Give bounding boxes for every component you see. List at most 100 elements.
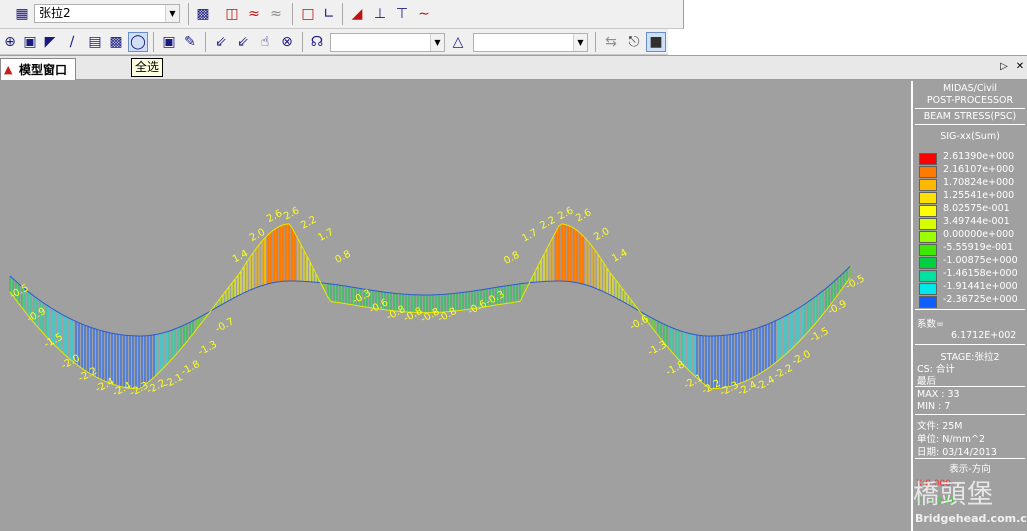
select-all-icon[interactable]: ◯: [128, 32, 148, 52]
toolbar-separator: [188, 3, 189, 25]
select-identity-icon[interactable]: ✎: [180, 32, 200, 52]
legend-min: MIN : 7: [917, 401, 951, 412]
stress-value-label: 2.2: [538, 215, 557, 232]
stress-value-label: -2.4: [754, 374, 776, 393]
section-icon[interactable]: ∟: [319, 4, 339, 24]
scale-value: 3.49744e-001: [943, 216, 1010, 227]
stage-combo[interactable]: 张拉2 ▼: [34, 4, 180, 23]
stress-value-label: 2.6: [282, 205, 301, 222]
legend-max: MAX : 33: [917, 389, 960, 400]
scale-value: 2.61390e+000: [943, 151, 1015, 162]
legend-step: 最后: [917, 376, 937, 387]
scale-swatch: [919, 231, 937, 243]
chevron-down-icon[interactable]: ▼: [165, 5, 179, 22]
select-previous-icon[interactable]: ▣: [159, 32, 179, 52]
tab-model-window[interactable]: ▲ 模型窗口: [0, 58, 76, 80]
reaction-icon[interactable]: ⊤: [392, 4, 412, 24]
toolbar-row-1-empty: [684, 0, 1027, 29]
model-viewport[interactable]: -0.5 -0.9 -1.5 -2.0 -2.2 -2.4 -2.4 -2.3 -2.2 -2.1…: [0, 81, 911, 531]
deform-icon[interactable]: ≈: [244, 4, 264, 24]
unselect-window-icon[interactable]: ⇙: [211, 32, 231, 52]
moment-icon[interactable]: ∼: [414, 4, 434, 24]
unselect-all-icon[interactable]: ⊗: [277, 32, 297, 52]
scale-swatch: [919, 166, 937, 178]
tooltip: 全选: [131, 58, 164, 77]
stress-value-label: 2.0: [592, 226, 611, 243]
select-plane-icon[interactable]: ▤: [85, 32, 105, 52]
toolbar-row-1: ▦ 张拉2 ▼ ▩ ◫ ≈ ≈ □ ∟ ◢ ⊥ ⊤ ∼: [0, 0, 684, 29]
stress-value-label: -0.8: [436, 306, 458, 325]
watermark: 橋頭堡 Bridgehead.com.cn: [913, 470, 1027, 531]
select-polygon-icon[interactable]: ◤: [40, 32, 60, 52]
legend-divider: [915, 414, 1025, 415]
legend-unit: 单位: N/mm^2: [917, 434, 986, 445]
toolbar-row-2-empty: [668, 29, 1027, 55]
unselect-point-icon[interactable]: ☝: [255, 32, 275, 52]
toolbar-separator: [595, 32, 596, 52]
stress-value-label: 2.6: [265, 208, 284, 225]
legend-result-type: BEAM STRESS(PSC): [923, 111, 1017, 122]
node-select-icon[interactable]: △: [448, 32, 468, 52]
stress-value-label: -0.7: [214, 316, 236, 335]
unlock-icon[interactable]: ⎋: [624, 32, 644, 52]
scale-swatch: [919, 192, 937, 204]
stress-value-label: 2.6: [574, 207, 593, 224]
selection-type-combo[interactable]: ▼: [330, 33, 445, 52]
legend-module: POST-PROCESSOR: [926, 95, 1014, 106]
stress-value-label: -2.1: [162, 372, 184, 391]
chevron-down-icon[interactable]: ▼: [573, 34, 587, 51]
stage-icon[interactable]: ▦: [12, 4, 32, 24]
select-volume-icon[interactable]: ▩: [106, 32, 126, 52]
close-icon[interactable]: ✕: [1013, 60, 1027, 74]
toolbar-separator: [302, 32, 303, 52]
legend-date: 日期: 03/14/2013: [917, 447, 997, 458]
stress-value-label: -1.8: [664, 359, 686, 378]
legend-divider: [915, 124, 1025, 125]
scale-swatch: [919, 205, 937, 217]
graph-icon[interactable]: □: [298, 4, 318, 24]
tab-label: 模型窗口: [19, 63, 68, 77]
activate-icon[interactable]: ⇆: [601, 32, 621, 52]
stress-value-label: -1.3: [646, 339, 668, 358]
unselect-polygon-icon[interactable]: ⇙: [233, 32, 253, 52]
toolbar-separator: [205, 32, 206, 52]
stress-value-label: -1.8: [179, 359, 201, 378]
lock-icon[interactable]: ■: [646, 32, 666, 52]
stage-combo-value: 张拉2: [39, 6, 71, 20]
select-by-icon[interactable]: ☊: [307, 32, 327, 52]
stress-value-label: -1.3: [197, 339, 219, 358]
spectrum-icon[interactable]: ≈: [266, 4, 286, 24]
midas-post-processor-window: ▦ 张拉2 ▼ ▩ ◫ ≈ ≈ □ ∟ ◢ ⊥ ⊤ ∼ ⊕ ▣ ◤ ∕ ▤ ▩ …: [0, 0, 1027, 531]
zoom-window-icon[interactable]: ▣: [20, 32, 40, 52]
support-icon[interactable]: ⊥: [370, 4, 390, 24]
chevron-right-icon[interactable]: ▷: [997, 60, 1011, 74]
stress-value-label: 2.2: [299, 214, 318, 231]
stress-value-label: -2.2: [77, 366, 99, 385]
filter-icon[interactable]: ▩: [193, 4, 213, 24]
chevron-down-icon[interactable]: ▼: [430, 34, 444, 51]
scale-swatch: [919, 153, 937, 165]
pan-icon[interactable]: ⊕: [0, 32, 20, 52]
watermark-logo-text: 橋頭堡: [913, 480, 995, 510]
stress-value-label: 2.6: [556, 205, 575, 222]
model-window-icon: ▲: [4, 62, 13, 76]
stress-value-label: -0.5: [844, 273, 866, 292]
scale-swatch: [919, 244, 937, 256]
scale-swatch: [919, 179, 937, 191]
node-select-combo[interactable]: ▼: [473, 33, 588, 52]
stress-value-label: 1.4: [610, 247, 629, 264]
stress-value-label: 0.8: [334, 249, 353, 266]
stress-value-label: -2.0: [790, 349, 812, 368]
watermark-url: Bridgehead.com.cn: [915, 512, 1027, 525]
stress-value-label: 1.7: [316, 227, 335, 244]
move-icon[interactable]: ◫: [222, 4, 242, 24]
scale-value: 2.16107e+000: [943, 164, 1015, 175]
stress-value-label: -0.6: [628, 314, 650, 333]
scale-swatch: [919, 270, 937, 282]
beam-icon[interactable]: ◢: [347, 4, 367, 24]
select-line-icon[interactable]: ∕: [62, 32, 82, 52]
beam-stress-diagram: -0.5-0.9-1.5-2.0-2.2-2.4-2.4-2.3-2.2-2.1…: [8, 205, 866, 399]
scale-value: 0.00000e+000: [943, 229, 1015, 240]
legend-component: SIG-xx(Sum): [940, 131, 1000, 142]
stress-value-label: -0.9: [826, 298, 848, 317]
